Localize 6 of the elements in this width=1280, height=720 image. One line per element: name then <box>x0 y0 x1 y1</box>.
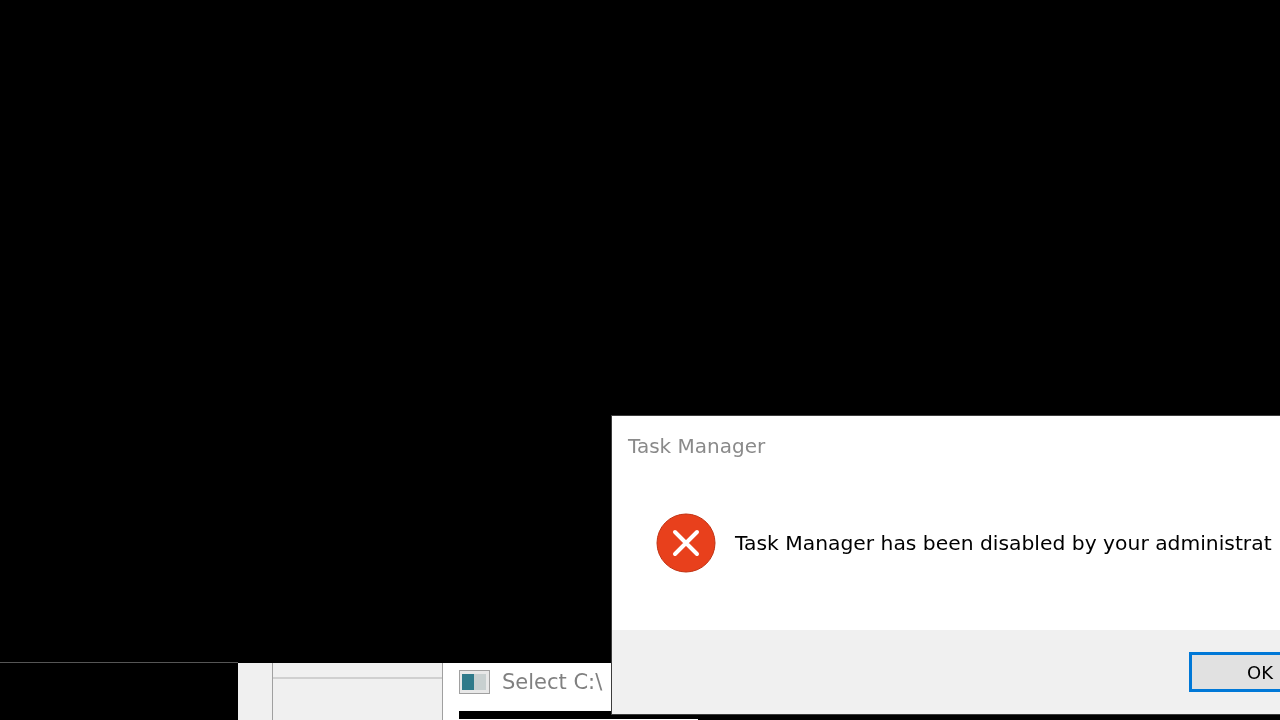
window-title: Select C:\ <box>502 670 603 694</box>
console-icon <box>459 670 490 694</box>
ok-button[interactable]: OK <box>1189 652 1280 692</box>
error-icon <box>656 513 716 573</box>
dialog-title: Task Manager <box>628 434 766 458</box>
error-message: Task Manager has been disabled by your administrat <box>735 531 1272 555</box>
